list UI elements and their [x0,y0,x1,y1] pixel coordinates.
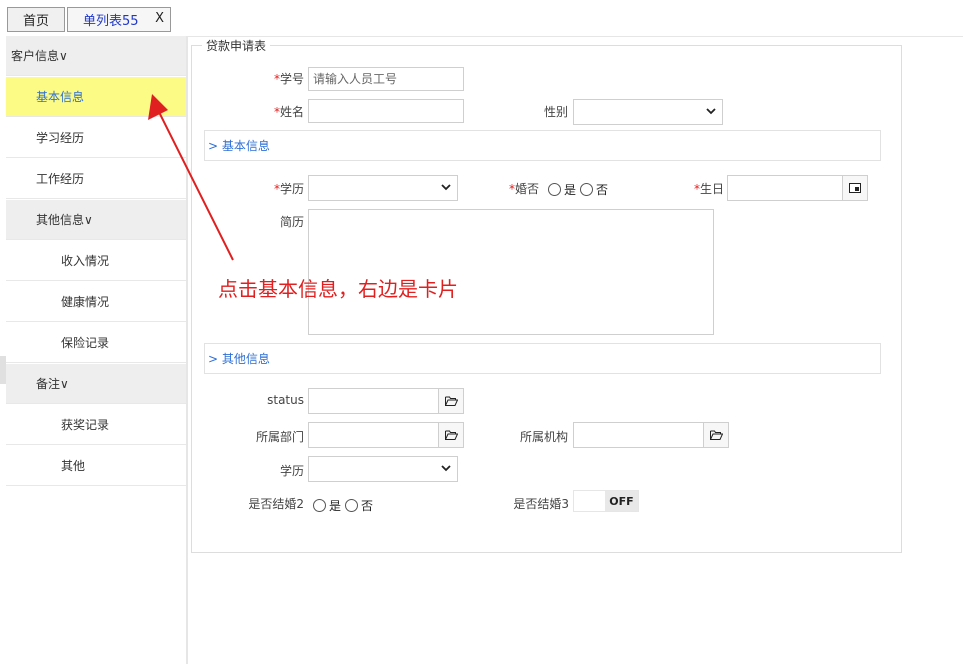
sidebar-item-label: 工作经历 [36,172,85,186]
organization-browse-button[interactable] [703,422,729,448]
married2-label: 是否结婚2 [248,497,304,511]
name-input[interactable] [308,99,464,123]
calendar-icon [849,183,861,193]
student-no-input[interactable] [308,67,464,91]
status-label: status [267,393,304,407]
married-no-option[interactable]: 否 [580,181,608,198]
gender-label: 性别 [543,105,568,119]
organization-input[interactable] [573,422,704,448]
sidebar-item-study-history[interactable]: 学习经历 [6,118,186,158]
married2-no-option[interactable]: 否 [345,497,373,514]
status-browse-button[interactable] [438,388,464,414]
date-picker-button[interactable] [842,175,868,201]
sidebar-item-label: 基本信息 [36,90,85,104]
close-icon[interactable]: X [155,11,164,26]
department-browse-button[interactable] [438,422,464,448]
education-select[interactable] [308,175,458,201]
status-input[interactable] [308,388,439,414]
tab-home[interactable]: 首页 [7,7,65,32]
toggle-state: OFF [605,491,638,511]
organization-label: 所属机构 [519,430,568,444]
chevron-down-icon [706,108,716,115]
sidebar-item-other[interactable]: 其他 [6,446,186,486]
birthday-label: *生日 [693,182,724,196]
chevron-down-icon [441,465,451,472]
radio-circle-icon[interactable] [345,499,359,512]
sidebar-item-label: 保险记录 [61,336,110,350]
sidebar-item-label: 健康情况 [61,295,110,309]
resume-textarea[interactable] [308,209,714,335]
radio-circle-icon[interactable] [313,499,326,512]
education2-select[interactable] [308,456,458,482]
married2-radio-group: 是 否 [313,497,377,514]
folder-open-icon [709,430,723,440]
sidebar: 客户信息∨ 基本信息 学习经历 工作经历 其他信息∨ 收入情况 健康情况 保险记… [0,36,188,664]
name-label: *姓名 [273,105,304,119]
sidebar-item-label: 获奖记录 [61,418,110,432]
department-input[interactable] [308,422,439,448]
annotation-text: 点击基本信息，右边是卡片 [218,277,458,301]
tab-single-list[interactable]: 单列表55 X [67,7,171,32]
tab-home-label: 首页 [22,14,49,29]
education2-label: 学历 [279,464,304,478]
sidebar-item-label: 学习经历 [36,131,85,145]
sidebar-group-remarks[interactable]: 备注∨ [6,364,186,404]
folder-open-icon [444,396,458,406]
tab-single-list-label: 单列表55 [83,14,139,29]
sidebar-item-label: 其他信息∨ [36,213,93,227]
birthday-input[interactable] [727,175,843,201]
resume-label: 简历 [279,215,304,229]
sidebar-item-label: 收入情况 [61,254,110,268]
section-basic-info[interactable]: > 基本信息 [204,130,881,161]
married-radio-group: 是 否 [548,181,612,198]
sidebar-item-basic-info[interactable]: 基本信息 [6,77,186,117]
sidebar-item-label: 客户信息∨ [11,49,68,63]
radio-circle-icon[interactable] [548,183,561,196]
married-label: *婚否 [508,182,539,196]
sidebar-item-awards[interactable]: 获奖记录 [6,405,186,445]
married3-label: 是否结婚3 [513,497,569,511]
sidebar-group-other-info[interactable]: 其他信息∨ [6,200,186,240]
radio-circle-icon[interactable] [580,183,594,196]
sidebar-item-work-history[interactable]: 工作经历 [6,159,186,199]
married3-toggle[interactable]: OFF [573,490,639,512]
department-label: 所属部门 [255,430,304,444]
gender-select[interactable] [573,99,723,125]
married2-yes-option[interactable]: 是 [313,497,341,514]
folder-open-icon [444,430,458,440]
sidebar-item-health[interactable]: 健康情况 [6,282,186,322]
tab-bar: 首页 单列表55 X [0,0,963,37]
student-no-label: *学号 [273,72,304,86]
married-yes-option[interactable]: 是 [548,181,576,198]
sidebar-item-income[interactable]: 收入情况 [6,241,186,281]
sidebar-item-label: 备注∨ [36,377,69,391]
sidebar-item-label: 其他 [61,459,86,473]
education-label: *学历 [273,182,304,196]
sidebar-group-customer-info[interactable]: 客户信息∨ [6,36,186,76]
sidebar-item-insurance[interactable]: 保险记录 [6,323,186,363]
section-other-info[interactable]: > 其他信息 [204,343,881,374]
form-title: 贷款申请表 [202,37,271,54]
